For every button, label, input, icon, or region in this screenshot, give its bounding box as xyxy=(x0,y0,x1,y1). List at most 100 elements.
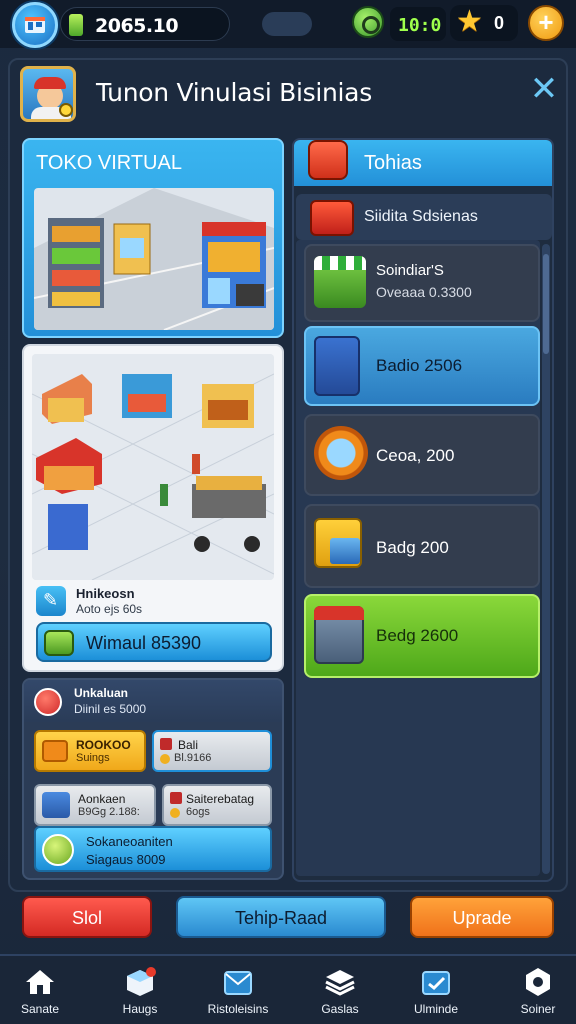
wimall-button[interactable]: Wimaul 85390 xyxy=(36,622,272,662)
nav-item-ulminde[interactable]: Ulminde xyxy=(388,956,484,1024)
nav-label: Sanate xyxy=(20,1002,60,1016)
gear-icon xyxy=(522,966,554,998)
list-item-title: Bedg 2600 xyxy=(376,626,459,645)
list-item-title: Soindiar'S xyxy=(376,262,444,279)
city-map-card[interactable]: Hnikeosn Aoto ejs 60s Wimaul 85390 xyxy=(22,344,284,672)
toko-virtual-card[interactable]: TOKO VIRTUAL xyxy=(22,138,284,338)
shop-list-panel: Tohias Siidita Sdsienas Soindiar'S Oveaa… xyxy=(292,138,554,882)
shop-bag-icon xyxy=(308,140,348,180)
list-item[interactable]: Ceoa, 200 xyxy=(304,414,540,496)
alert-icon xyxy=(34,688,62,716)
shop-list-subheader: Siidita Sdsienas xyxy=(296,194,552,240)
tile-sokaneoaniten[interactable]: Sokaneoaniten Siagaus 8009 xyxy=(34,826,272,872)
nav-item-settings[interactable]: Soiner xyxy=(490,956,576,1024)
star-count: 0 xyxy=(494,13,505,33)
list-item-title: Badg 200 xyxy=(376,538,449,557)
list-item-selected[interactable]: Bedg 2600 xyxy=(304,594,540,678)
store-scene-illustration xyxy=(34,188,274,330)
close-button[interactable]: ✕ xyxy=(528,72,560,106)
upgrade-button[interactable]: Uprade xyxy=(410,896,554,938)
coin-icon xyxy=(160,754,170,764)
map-info-subtitle: Aoto ejs 60s xyxy=(76,602,143,616)
stack-icon xyxy=(324,966,356,998)
tile-subtitle: Siagaus 8009 xyxy=(86,852,166,867)
tile-bali[interactable]: Bali Bl.9166 xyxy=(152,730,272,772)
list-item-title: Badio 2506 xyxy=(376,356,463,375)
nav-label: Ulminde xyxy=(413,1002,458,1016)
nav-label: Gaslas xyxy=(321,1002,359,1016)
tile-subtitle: 6ogs xyxy=(186,806,210,818)
mail-icon xyxy=(222,966,254,998)
tile-subtitle: B9Gg 2.188: xyxy=(78,806,140,818)
top-bar: 2065.10 10:0 ★ 0 + xyxy=(0,0,576,48)
cash-icon xyxy=(44,630,74,656)
shop-logo-icon[interactable] xyxy=(12,2,58,48)
shop-list-subtitle: Siidita Sdsienas xyxy=(364,208,478,225)
timer-display: 10:0 xyxy=(390,7,446,41)
store-icon xyxy=(314,606,364,664)
scrollbar[interactable] xyxy=(542,244,550,874)
stats-header: Unkaluan Diinil es 5000 xyxy=(24,680,282,722)
stats-title: Unkaluan xyxy=(74,686,129,700)
clock-icon[interactable] xyxy=(352,6,384,38)
status-pill xyxy=(262,12,312,36)
gear-icon xyxy=(314,426,368,480)
flag-icon xyxy=(170,792,182,804)
tile-rookoo[interactable]: ROOKOO Suings xyxy=(34,730,146,772)
crate-icon xyxy=(314,518,362,568)
vending-machine-icon xyxy=(314,336,360,396)
tile-title: Sokaneoaniten xyxy=(86,834,173,849)
tile-title: Bali xyxy=(178,738,199,752)
list-item[interactable]: Badio 2506 xyxy=(304,326,540,406)
nav-item-messages[interactable]: Ristoleisins xyxy=(190,956,286,1024)
tech-road-button[interactable]: Tehip-Raad xyxy=(176,896,386,938)
tile-subtitle: Bl.9166 xyxy=(174,752,212,764)
list-item-title: Ceoa, 200 xyxy=(376,446,455,465)
timer-value: 10:0 xyxy=(398,15,442,36)
nav-label: Ristoleisins xyxy=(207,1002,269,1016)
tile-aonkaen[interactable]: Aonkaen B9Gg 2.188: xyxy=(34,784,156,826)
coin-balance-value: 2065.10 xyxy=(95,15,179,37)
cash-icon xyxy=(69,14,83,36)
tile-title: Aonkaen xyxy=(78,792,126,806)
sell-button[interactable]: Slol xyxy=(22,896,152,938)
home-icon xyxy=(24,966,56,998)
box-icon xyxy=(124,966,156,998)
nav-item-stack[interactable]: Gaslas xyxy=(292,956,388,1024)
nav-item-boxes[interactable]: Haugs xyxy=(92,956,188,1024)
toko-virtual-label: TOKO VIRTUAL xyxy=(36,152,182,174)
nav-label: Soiner xyxy=(520,1002,556,1016)
stats-subtitle: Diinil es 5000 xyxy=(74,702,147,716)
flag-icon xyxy=(160,738,172,750)
shop-list-header: Tohias xyxy=(294,140,552,186)
star-icon xyxy=(170,808,180,818)
card-icon xyxy=(420,966,452,998)
list-item[interactable]: Soindiar'S Oveaaa 0.3300 xyxy=(304,244,540,322)
crate-icon xyxy=(42,792,70,818)
shop-list-title: Tohias xyxy=(364,152,422,174)
nav-label: Haugs xyxy=(122,1002,158,1016)
city-map-illustration xyxy=(32,354,274,580)
add-currency-button[interactable]: + xyxy=(528,5,564,41)
wimall-button-label: Wimaul 85390 xyxy=(86,633,202,653)
shop-icon xyxy=(310,200,354,236)
tile-saiterebatag[interactable]: Saiterebatag 6ogs xyxy=(162,784,272,826)
tile-title: ROOKOO xyxy=(76,738,131,752)
tile-title: Saiterebatag xyxy=(186,792,255,806)
gear-icon xyxy=(42,834,74,866)
scrollbar-thumb[interactable] xyxy=(543,254,549,354)
coin-balance: 2065.10 xyxy=(60,7,230,41)
market-stall-icon xyxy=(314,256,366,308)
list-item[interactable]: Badg 200 xyxy=(304,504,540,588)
avatar[interactable] xyxy=(20,66,76,122)
edit-icon[interactable] xyxy=(36,586,66,616)
page-title: Tunon Vinulasi Bisinias xyxy=(96,78,372,107)
list-item-subtitle: Oveaaa 0.3300 xyxy=(376,284,472,300)
star-counter: ★ 0 xyxy=(450,5,518,41)
map-info-title: Hnikeosn xyxy=(76,586,135,601)
star-icon: ★ xyxy=(456,5,483,38)
bottom-nav: Sanate Haugs Ristoleisins Gaslas Ulminde… xyxy=(0,954,576,1024)
nav-item-home[interactable]: Sanate xyxy=(0,956,88,1024)
box-icon xyxy=(42,740,68,762)
tile-subtitle: Suings xyxy=(76,752,110,764)
